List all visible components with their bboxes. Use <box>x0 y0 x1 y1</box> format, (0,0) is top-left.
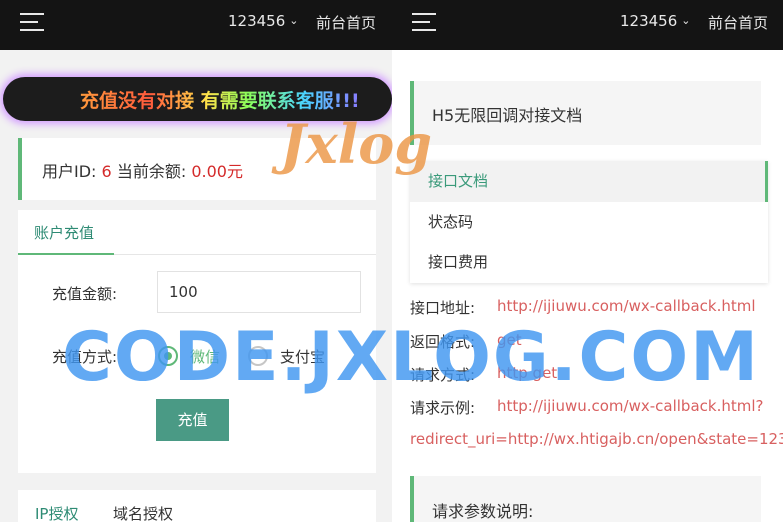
menu-icon[interactable] <box>412 12 436 32</box>
request-method-value: http get <box>497 364 558 382</box>
request-example-label: 请求示例: <box>410 399 476 417</box>
radio-unchecked-icon[interactable] <box>248 346 268 366</box>
balance-label: 当前余额: <box>116 162 187 181</box>
user-id-label: 用户ID: <box>42 162 97 181</box>
menu-icon[interactable] <box>20 12 44 32</box>
notice-marquee: 充值没有对接 有需要联系客服!!! <box>3 77 392 121</box>
alipay-option[interactable]: 支付宝 <box>280 346 325 367</box>
params-header: 请求参数说明: <box>410 476 761 522</box>
return-format-label: 返回格式: <box>410 333 476 351</box>
balance-row: 用户ID: 6 当前余额: 0.00元 <box>42 158 243 182</box>
tab-ip-auth[interactable]: IP授权 <box>35 503 78 522</box>
user-dropdown[interactable]: 123456 ⌄ <box>228 12 298 30</box>
menu-item-status-codes[interactable]: 状态码 <box>410 202 768 243</box>
request-method-label: 请求方式: <box>410 366 476 384</box>
recharge-button[interactable]: 充值 <box>156 399 229 441</box>
method-label: 充值方式: <box>52 348 118 366</box>
username: 123456 <box>620 12 678 30</box>
tab-active-indicator <box>18 253 114 255</box>
home-link[interactable]: 前台首页 <box>708 12 768 33</box>
home-link[interactable]: 前台首页 <box>316 12 376 33</box>
menu-item-api-docs[interactable]: 接口文档 <box>410 161 768 202</box>
recharge-card: 账户充值 充值金额: 100 充值方式: 微信 支付宝 充值 <box>18 210 376 473</box>
request-example-line1[interactable]: http://ijiuwu.com/wx-callback.html? <box>497 397 763 415</box>
radio-checked-icon[interactable] <box>158 346 178 366</box>
doc-title: H5无限回调对接文档 <box>432 106 583 125</box>
api-address-value[interactable]: http://ijiuwu.com/wx-callback.html <box>497 297 756 315</box>
username: 123456 <box>228 12 286 30</box>
right-screen: 123456 ⌄ 前台首页 H5无限回调对接文档 接口文档 状态码 接口费用 接口… <box>392 0 783 522</box>
user-dropdown[interactable]: 123456 ⌄ <box>620 12 690 30</box>
balance-value: 0.00元 <box>191 162 243 181</box>
notice-text: 充值没有对接 有需要联系客服!!! <box>80 86 360 113</box>
amount-input[interactable]: 100 <box>157 271 361 313</box>
chevron-down-icon: ⌄ <box>681 14 691 27</box>
top-bar: 123456 ⌄ 前台首页 <box>392 0 783 50</box>
left-screen: 123456 ⌄ 前台首页 充值没有对接 有需要联系客服!!! 用户ID: 6 当… <box>0 0 392 522</box>
amount-label: 充值金额: <box>52 285 118 303</box>
menu-item-api-fees[interactable]: 接口费用 <box>410 242 768 283</box>
params-title: 请求参数说明: <box>432 502 534 521</box>
tab-domain-auth[interactable]: 域名授权 <box>113 503 173 522</box>
request-example-line2[interactable]: redirect_uri=http://wx.htigajb.cn/open&s… <box>410 430 783 448</box>
doc-header: H5无限回调对接文档 <box>410 81 761 145</box>
tab-recharge[interactable]: 账户充值 <box>34 222 94 243</box>
balance-card: 用户ID: 6 当前余额: 0.00元 <box>18 138 376 200</box>
doc-menu: 接口文档 状态码 接口费用 <box>410 161 768 283</box>
return-format-value: get <box>497 331 522 349</box>
chevron-down-icon: ⌄ <box>289 14 299 27</box>
api-address-label: 接口地址: <box>410 299 476 317</box>
auth-card: IP授权 域名授权 <box>18 490 376 522</box>
top-bar: 123456 ⌄ 前台首页 <box>0 0 392 50</box>
wechat-option[interactable]: 微信 <box>190 346 220 367</box>
user-id-value: 6 <box>101 162 112 181</box>
